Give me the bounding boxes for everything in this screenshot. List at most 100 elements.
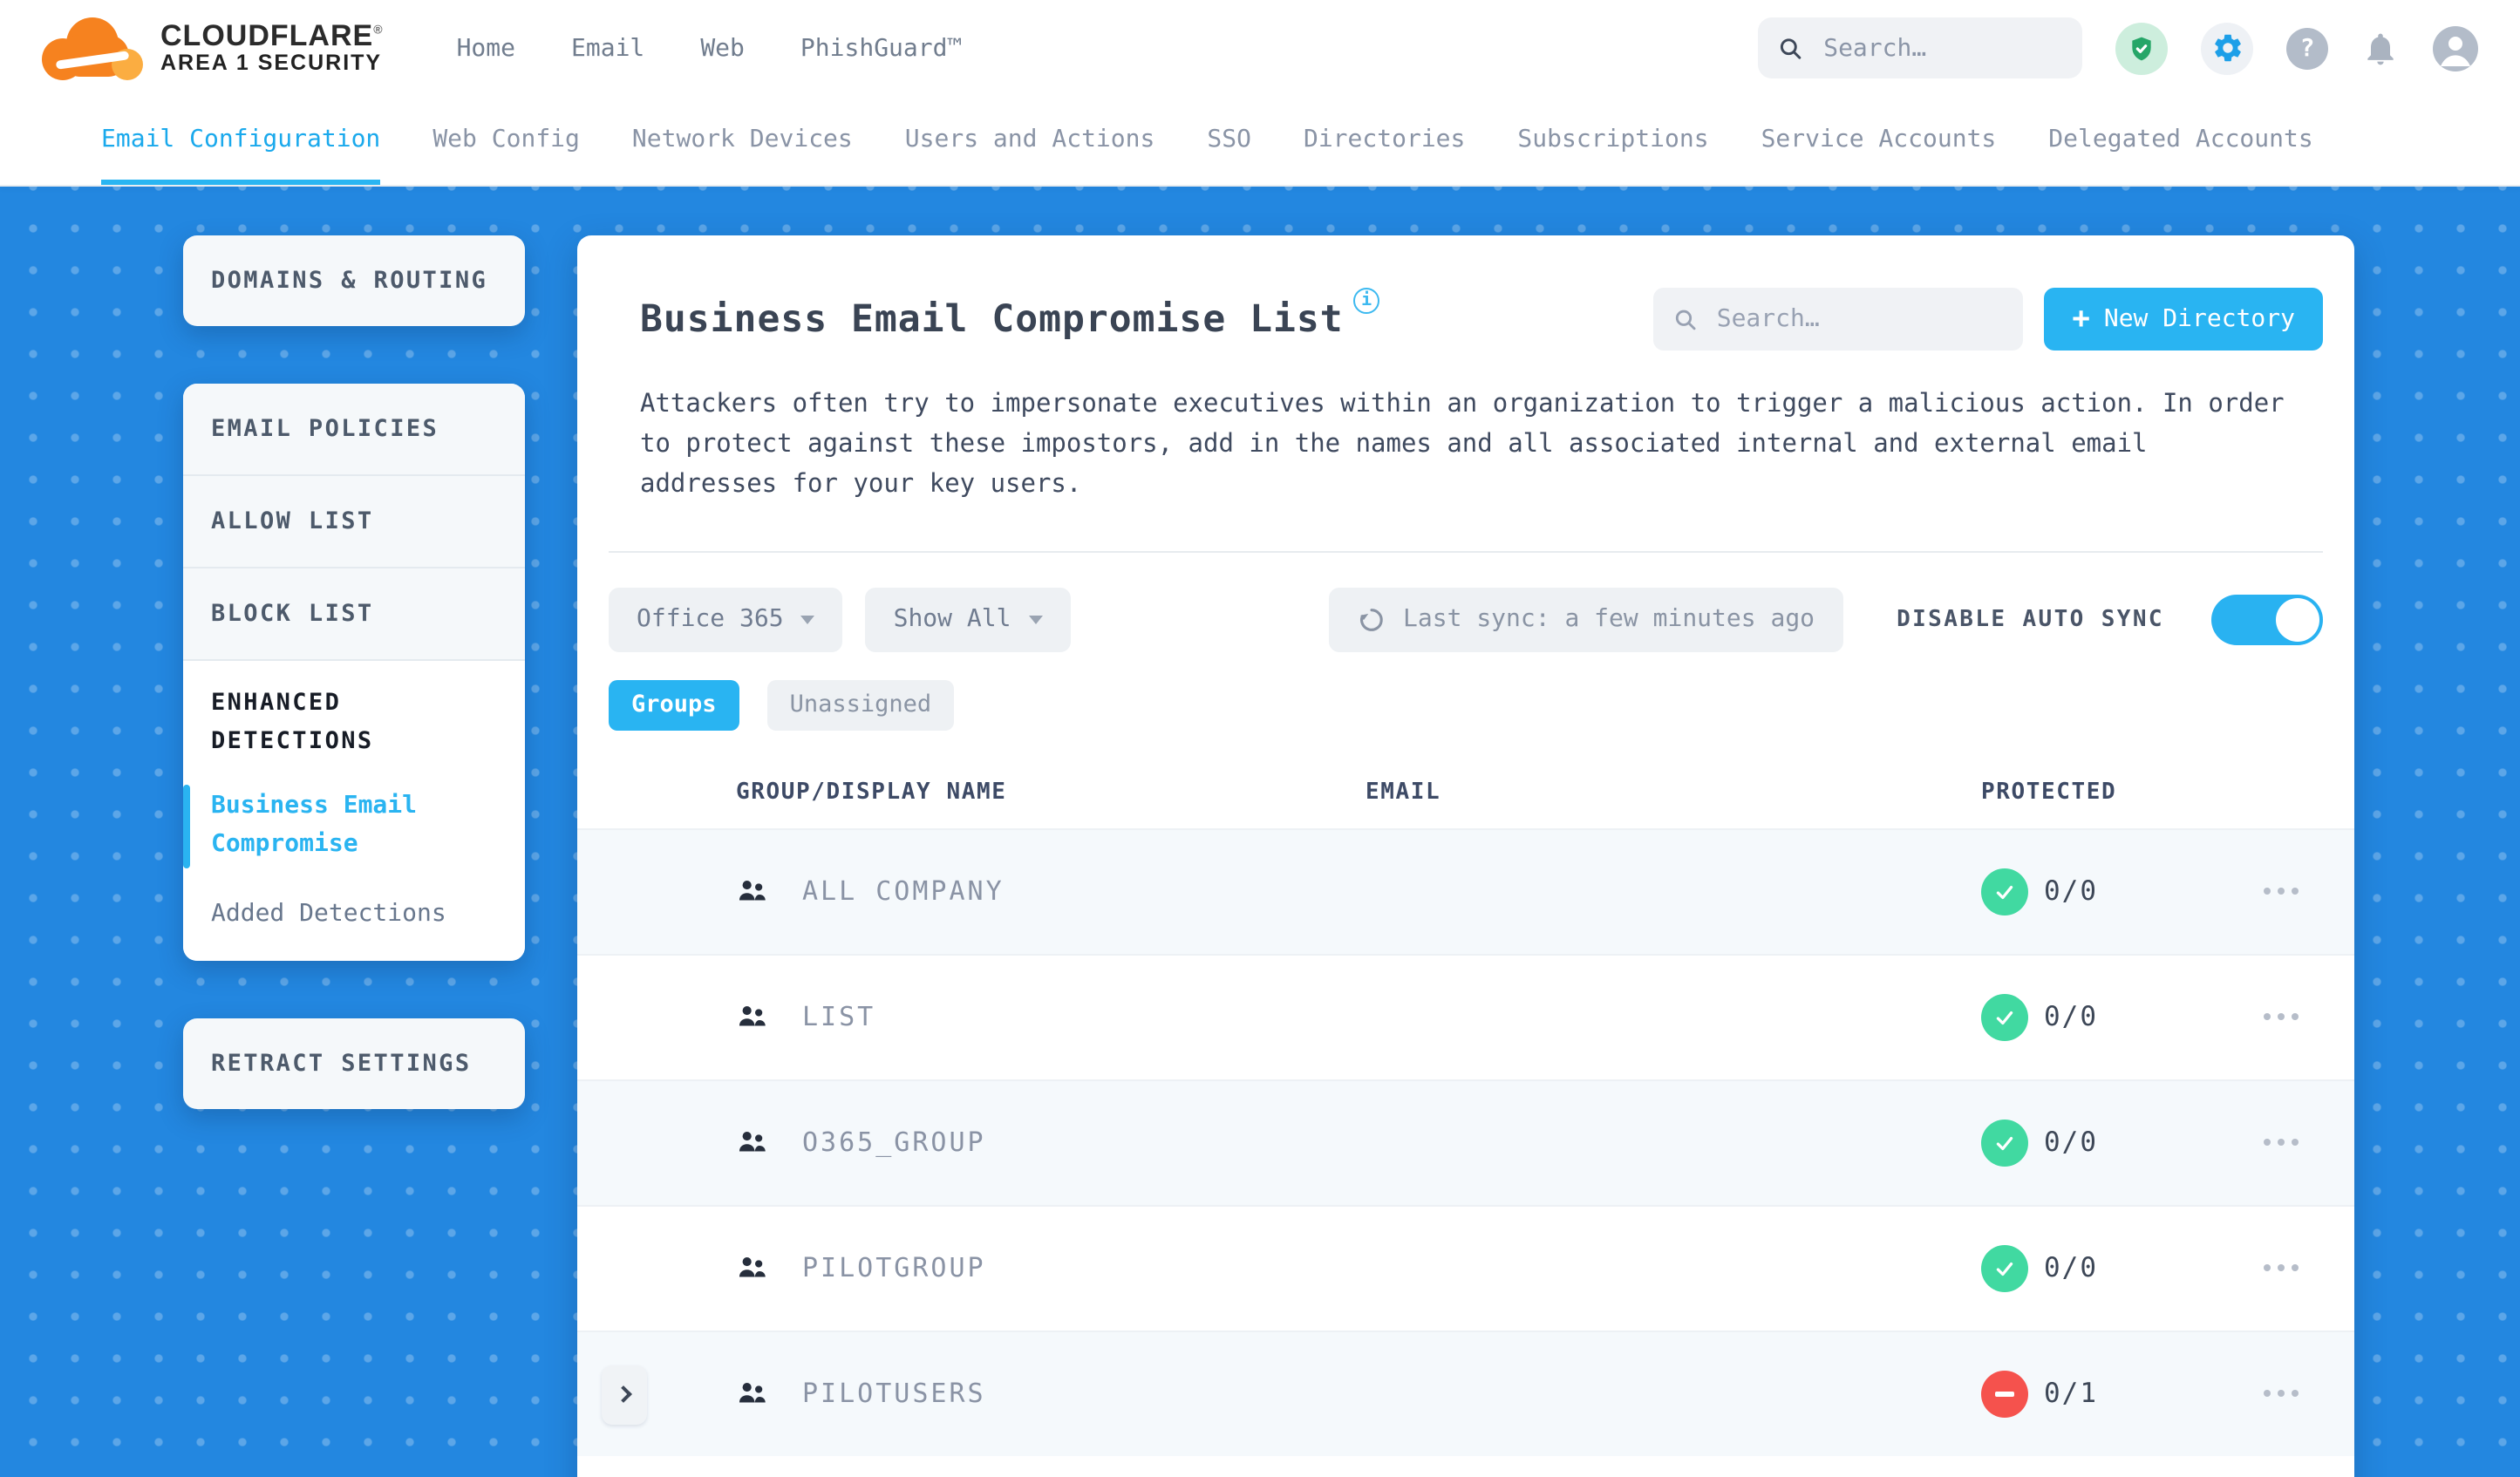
app-window: CLOUDFLARE® AREA 1 SECURITY Home Email W… bbox=[0, 0, 2520, 1477]
show-filter-select[interactable]: Show All bbox=[865, 587, 1071, 652]
protected-count: 0/0 bbox=[2044, 1001, 2098, 1033]
protected-count: 0/0 bbox=[2044, 1252, 2098, 1284]
auto-sync-toggle[interactable] bbox=[2211, 594, 2323, 645]
tab-web-config[interactable]: Web Config bbox=[432, 96, 580, 185]
sidebar-item-domains-routing[interactable]: DOMAINS & ROUTING bbox=[183, 235, 525, 326]
row-menu-icon[interactable] bbox=[2243, 888, 2354, 895]
sidebar-item-allow-list[interactable]: ALLOW LIST bbox=[183, 476, 525, 568]
chevron-down-icon bbox=[800, 615, 815, 624]
tab-users-and-actions[interactable]: Users and Actions bbox=[905, 96, 1155, 185]
top-header: CLOUDFLARE® AREA 1 SECURITY Home Email W… bbox=[0, 0, 2520, 96]
table-row[interactable]: PILOTGROUP 0/0 bbox=[577, 1204, 2354, 1330]
group-people-icon bbox=[739, 880, 766, 900]
tab-subscriptions[interactable]: Subscriptions bbox=[1517, 96, 1708, 185]
nav-phishguard[interactable]: PhishGuard™ bbox=[800, 34, 962, 62]
panel-header: Business Email Compromise Listi + New Di… bbox=[577, 235, 2354, 351]
settings-gear-icon[interactable] bbox=[2201, 22, 2253, 74]
plus-icon: + bbox=[2072, 301, 2090, 336]
tab-sso[interactable]: SSO bbox=[1207, 96, 1251, 185]
group-name: LIST bbox=[802, 1001, 876, 1033]
global-search-input[interactable] bbox=[1820, 32, 2061, 64]
shield-check-icon[interactable] bbox=[2115, 22, 2168, 74]
chevron-right-icon bbox=[614, 1385, 631, 1404]
nav-email[interactable]: Email bbox=[571, 34, 644, 62]
row-menu-icon[interactable] bbox=[2243, 1013, 2354, 1021]
notifications-bell-icon[interactable] bbox=[2361, 29, 2400, 67]
table-header: GROUP/DISPLAY NAME EMAIL PROTECTED bbox=[577, 758, 2354, 827]
group-name: PILOTUSERS bbox=[802, 1378, 986, 1410]
group-people-icon bbox=[739, 1256, 766, 1276]
sidebar-card-retract: RETRACT SETTINGS bbox=[183, 1018, 525, 1110]
protected-check-icon bbox=[1981, 1244, 2028, 1292]
table-row[interactable]: O365_GROUP 0/0 bbox=[577, 1079, 2354, 1205]
chevron-down-icon bbox=[1028, 615, 1043, 624]
sidebar-item-business-email-compromise[interactable]: Business Email Compromise bbox=[183, 785, 473, 868]
content-area: DOMAINS & ROUTING EMAIL POLICIES ALLOW L… bbox=[0, 187, 2520, 1477]
sidebar-card-domains: DOMAINS & ROUTING bbox=[183, 235, 525, 326]
main-panel: Business Email Compromise Listi + New Di… bbox=[577, 235, 2354, 1477]
last-sync-button[interactable]: Last sync: a few minutes ago bbox=[1328, 587, 1843, 652]
column-header-email: EMAIL bbox=[1366, 779, 1441, 807]
registered-mark: ® bbox=[373, 24, 384, 37]
group-view-tabs: Groups Unassigned bbox=[609, 679, 2323, 731]
column-header-protected: PROTECTED bbox=[1981, 779, 2117, 807]
group-name: O365_GROUP bbox=[802, 1126, 986, 1159]
nav-home[interactable]: Home bbox=[457, 34, 515, 62]
group-name: ALL COMPANY bbox=[802, 875, 1005, 908]
primary-nav: Home Email Web PhishGuard™ bbox=[457, 34, 963, 62]
directory-select[interactable]: Office 365 bbox=[609, 587, 843, 652]
list-search-input[interactable] bbox=[1713, 303, 2003, 335]
nav-web[interactable]: Web bbox=[700, 34, 745, 62]
search-icon bbox=[1676, 309, 1696, 330]
account-icon[interactable] bbox=[2433, 25, 2478, 71]
header-actions: ? bbox=[1758, 17, 2478, 78]
info-icon[interactable]: i bbox=[1353, 287, 1380, 313]
sidebar-item-block-list[interactable]: BLOCK LIST bbox=[183, 568, 525, 661]
not-protected-icon bbox=[1981, 1370, 2028, 1418]
sidebar-section-enhanced-detections: ENHANCED DETECTIONS Business Email Compr… bbox=[183, 661, 525, 962]
help-icon[interactable]: ? bbox=[2286, 27, 2328, 69]
tab-directories[interactable]: Directories bbox=[1304, 96, 1465, 185]
row-menu-icon[interactable] bbox=[2243, 1390, 2354, 1398]
protected-check-icon bbox=[1981, 1119, 2028, 1167]
row-expand-button[interactable] bbox=[602, 1365, 647, 1425]
sync-restore-icon bbox=[1359, 608, 1382, 631]
tab-delegated-accounts[interactable]: Delegated Accounts bbox=[2048, 96, 2312, 185]
group-name: PILOTGROUP bbox=[802, 1252, 986, 1284]
protected-count: 0/0 bbox=[2044, 875, 2098, 908]
cloudflare-logo[interactable]: CLOUDFLARE® AREA 1 SECURITY bbox=[42, 17, 384, 79]
table-row[interactable]: ALL COMPANY 0/0 bbox=[577, 827, 2354, 954]
divider bbox=[609, 550, 2323, 553]
global-search[interactable] bbox=[1758, 17, 2082, 78]
sidebar-item-enhanced-detections[interactable]: ENHANCED DETECTIONS bbox=[211, 685, 438, 760]
sidebar-item-email-policies[interactable]: EMAIL POLICIES bbox=[183, 384, 525, 476]
row-menu-icon[interactable] bbox=[2243, 1139, 2354, 1147]
groups-table: GROUP/DISPLAY NAME EMAIL PROTECTED ALL C… bbox=[577, 758, 2354, 1456]
page-description: Attackers often try to impersonate execu… bbox=[640, 391, 2285, 500]
table-row[interactable]: PILOTUSERS 0/1 bbox=[577, 1330, 2354, 1456]
filter-bar: Office 365 Show All Last sync: a few min… bbox=[609, 587, 2323, 652]
protected-count: 0/0 bbox=[2044, 1126, 2098, 1159]
protected-count: 0/1 bbox=[2044, 1378, 2098, 1410]
sidebar-item-retract-settings[interactable]: RETRACT SETTINGS bbox=[183, 1019, 525, 1110]
tab-service-accounts[interactable]: Service Accounts bbox=[1761, 96, 1997, 185]
logo-subtitle: AREA 1 SECURITY bbox=[160, 50, 383, 75]
sidebar-item-added-detections[interactable]: Added Detections bbox=[211, 895, 497, 933]
protected-check-icon bbox=[1981, 993, 2028, 1041]
tab-email-configuration[interactable]: Email Configuration bbox=[101, 96, 381, 185]
tab-groups[interactable]: Groups bbox=[609, 679, 739, 731]
cloudflare-cloud-icon bbox=[42, 17, 143, 79]
group-people-icon bbox=[739, 1131, 766, 1151]
table-row[interactable]: LIST 0/0 bbox=[577, 953, 2354, 1079]
toggle-knob bbox=[2276, 597, 2319, 642]
tab-network-devices[interactable]: Network Devices bbox=[632, 96, 853, 185]
column-header-name: GROUP/DISPLAY NAME bbox=[736, 779, 1007, 807]
row-menu-icon[interactable] bbox=[2243, 1264, 2354, 1272]
group-people-icon bbox=[739, 1005, 766, 1025]
protected-check-icon bbox=[1981, 868, 2028, 915]
list-search[interactable] bbox=[1653, 288, 2024, 351]
logo-wordmark: CLOUDFLARE bbox=[160, 19, 374, 53]
group-people-icon bbox=[739, 1382, 766, 1402]
new-directory-button[interactable]: + New Directory bbox=[2044, 288, 2323, 351]
tab-unassigned[interactable]: Unassigned bbox=[766, 679, 955, 731]
